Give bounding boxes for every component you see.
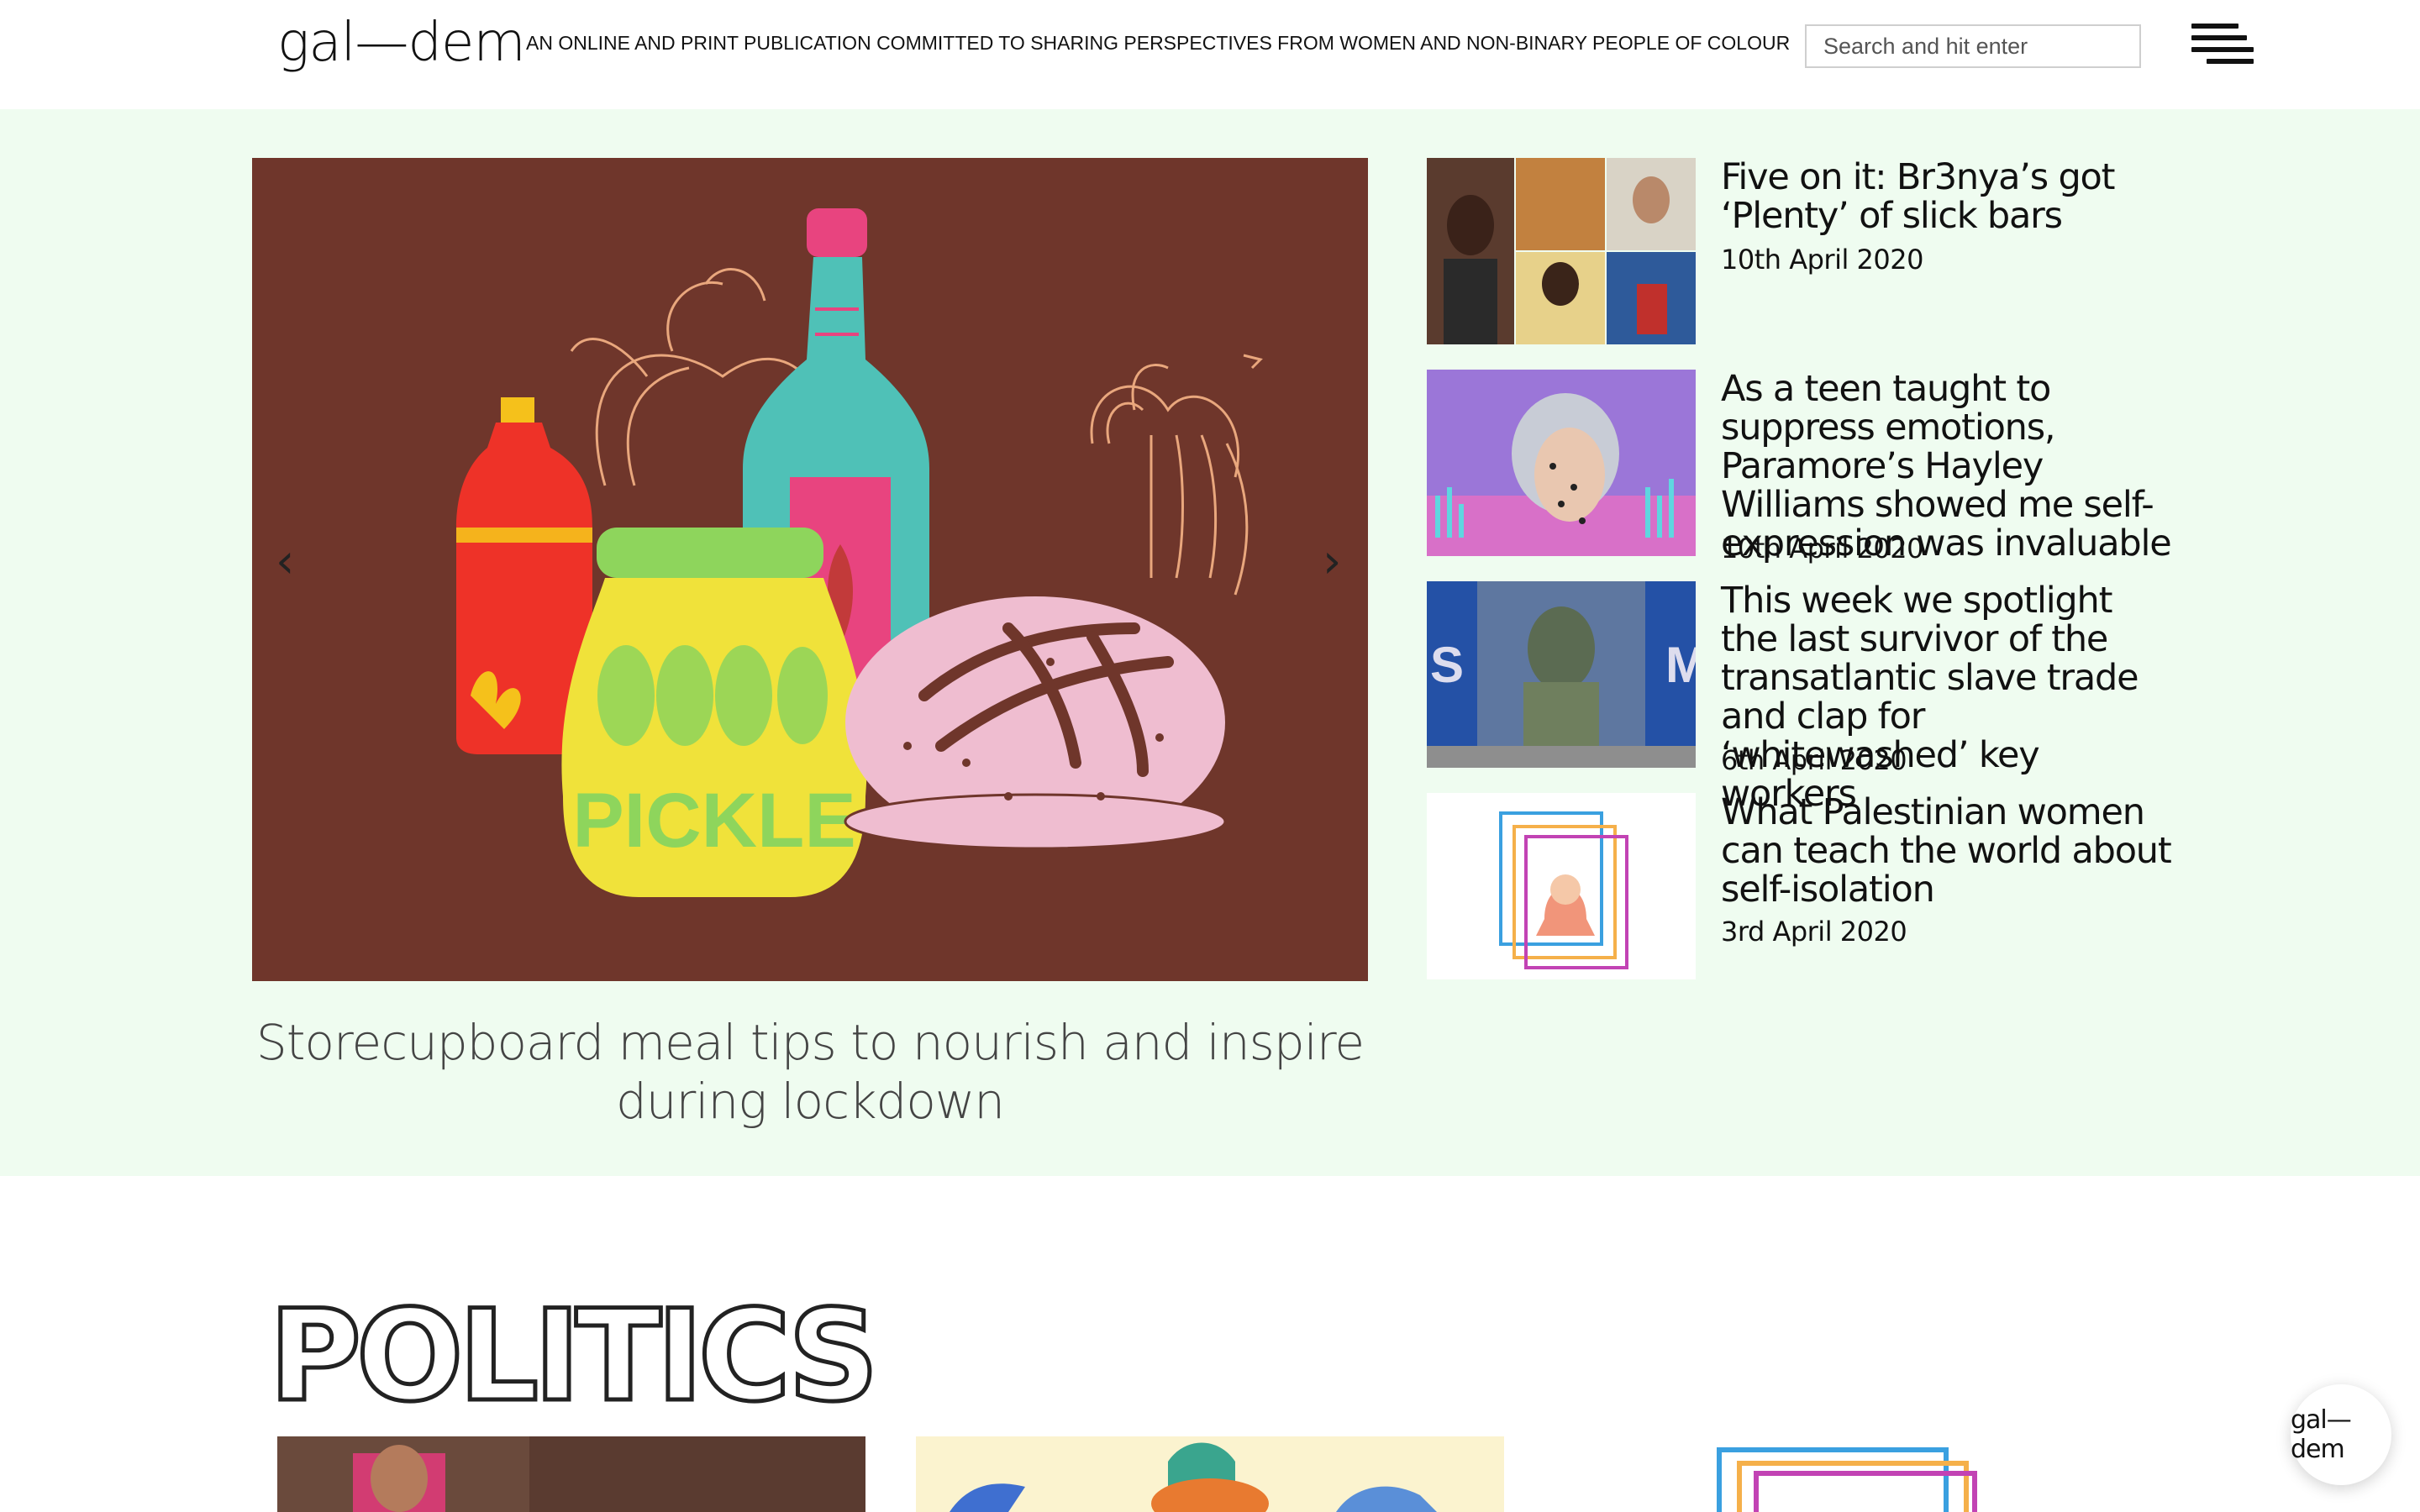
side-article-date: 6th April 2020 xyxy=(1721,744,1907,776)
slider-prev-arrow[interactable]: ‹ xyxy=(276,534,294,589)
side-article-date: 3rd April 2020 xyxy=(1721,916,1907,948)
politics-section-title: POLITICS xyxy=(266,1285,887,1411)
side-article-date: 10th April 2020 xyxy=(1721,244,1923,276)
article-thumbnail[interactable] xyxy=(1427,158,1696,344)
article-thumbnail[interactable] xyxy=(1427,793,1696,979)
politics-card-3[interactable] xyxy=(1714,1436,1983,1512)
site-logo[interactable]: gal—dem xyxy=(277,12,526,74)
feature-slider[interactable]: PICKLE ‹ › xyxy=(252,158,1368,981)
hamburger-menu-icon[interactable] xyxy=(2191,22,2254,69)
article-thumbnail[interactable] xyxy=(1427,370,1696,556)
side-article-title[interactable]: Five on it: Br3nya’s got ‘Plenty’ of sli… xyxy=(1721,158,2175,235)
side-article-title[interactable]: This week we spotlight the last survivor… xyxy=(1721,581,2175,813)
feature-title[interactable]: Storecupboard meal tips to nourish and i… xyxy=(252,1013,1368,1131)
politics-card-2[interactable] xyxy=(916,1436,1504,1512)
pickle-label: PICKLE xyxy=(572,778,855,864)
site-header: gal—dem AN ONLINE AND PRINT PUBLICATION … xyxy=(0,0,2420,109)
svg-text:M: M xyxy=(1665,637,1696,693)
feature-illustration: PICKLE xyxy=(252,158,1368,981)
slider-next-arrow[interactable]: › xyxy=(1323,534,1341,589)
side-article-date: 10th April 2020 xyxy=(1721,533,1923,564)
site-tagline: AN ONLINE AND PRINT PUBLICATION COMMITTE… xyxy=(526,32,1791,54)
politics-card-1[interactable] xyxy=(277,1436,865,1512)
floating-logo-button[interactable]: gal—dem xyxy=(2291,1384,2391,1485)
article-thumbnail[interactable]: S M xyxy=(1427,581,1696,768)
search-input[interactable] xyxy=(1805,24,2141,68)
politics-title-text: POLITICS xyxy=(269,1285,874,1411)
svg-text:S: S xyxy=(1430,637,1464,693)
side-article-title[interactable]: What Palestinian women can teach the wor… xyxy=(1721,793,2175,909)
